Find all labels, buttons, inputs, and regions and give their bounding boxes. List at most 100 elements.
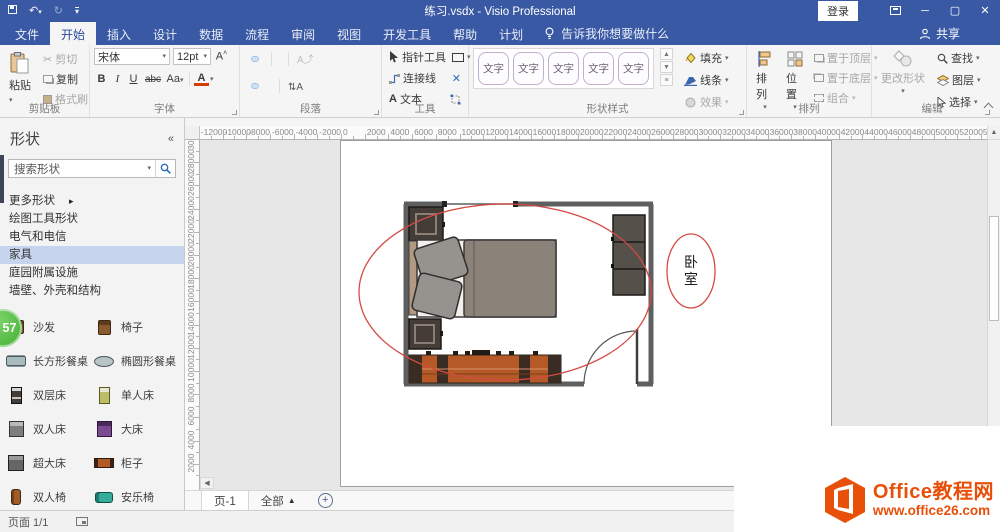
add-page-button[interactable]: +	[318, 493, 333, 508]
layers-button[interactable]: 图层▾	[934, 71, 984, 89]
connector-tool-button[interactable]: 连接线	[386, 69, 439, 87]
nightstand-top-shape[interactable]	[409, 207, 445, 241]
paste-button[interactable]: 粘贴 ▾	[4, 49, 36, 107]
align-right-button[interactable]	[260, 84, 266, 88]
stencil-item[interactable]: 长方形餐桌	[4, 344, 92, 378]
fill-button[interactable]: 填充▾	[681, 49, 732, 67]
tab-9[interactable]: 帮助	[442, 22, 488, 45]
stencil-item[interactable]: 超大床	[4, 446, 92, 480]
search-button[interactable]	[155, 160, 175, 177]
page-indicator[interactable]: 页面 1/1	[8, 514, 48, 530]
italic-button[interactable]: I	[110, 73, 125, 85]
tab-2[interactable]: 插入	[96, 22, 142, 45]
shape-style-swatch-5[interactable]: 文字	[618, 52, 649, 85]
tab-10[interactable]: 计划	[488, 22, 534, 45]
nightstand-bottom-shape[interactable]	[409, 319, 443, 349]
grow-font-button[interactable]: A˄	[214, 50, 229, 63]
stencil-item[interactable]: 双人床	[4, 412, 92, 446]
macro-icon[interactable]	[76, 517, 88, 526]
tell-me-box[interactable]: 告诉我你想要做什么	[534, 22, 679, 45]
stencil-item[interactable]: 双层床	[4, 378, 92, 412]
increase-indent-button[interactable]	[316, 84, 322, 88]
stencil-item[interactable]: 椭圆形餐桌	[92, 344, 180, 378]
minimize-button[interactable]: ─	[910, 0, 940, 22]
shape-style-swatch-4[interactable]: 文字	[583, 52, 614, 85]
search-dropdown-caret[interactable]: ▾	[147, 165, 151, 172]
align-middle-button[interactable]	[252, 57, 258, 61]
shape-style-swatch-2[interactable]: 文字	[513, 52, 544, 85]
stencil-category-0[interactable]: 更多形状▸	[0, 192, 184, 210]
door-shape[interactable]	[584, 329, 637, 384]
align-center-button[interactable]	[252, 84, 258, 88]
all-pages-tab[interactable]: 全部▲	[249, 493, 308, 509]
font-color-caret[interactable]: ▾	[210, 76, 214, 83]
stencil-category-1[interactable]: 绘图工具形状	[0, 210, 184, 228]
tab-1[interactable]: 开始	[50, 22, 96, 45]
shape-style-swatch-3[interactable]: 文字	[548, 52, 579, 85]
cut-button[interactable]: ✂剪切	[40, 50, 91, 68]
send-to-back-button[interactable]: 置于底层▾	[811, 69, 881, 87]
gallery-more-button[interactable]: ≡	[660, 74, 673, 86]
stencil-item[interactable]: 双人椅	[4, 480, 92, 514]
align-top-button[interactable]	[244, 57, 250, 61]
stencil-item[interactable]: 单人床	[92, 378, 180, 412]
bold-button[interactable]: B	[94, 73, 109, 85]
change-case-button[interactable]: Aa▾	[165, 73, 185, 85]
align-left-button[interactable]	[244, 84, 250, 88]
stencil-category-2[interactable]: 电气和电信	[0, 228, 184, 246]
justify-button[interactable]	[268, 84, 274, 88]
stencil-item[interactable]: 柜子	[92, 446, 180, 480]
tab-5[interactable]: 流程	[234, 22, 280, 45]
find-button[interactable]: 查找▾	[934, 49, 984, 67]
vertical-text-button[interactable]: ⇅A	[285, 75, 306, 97]
strikethrough-button[interactable]: abc	[142, 74, 164, 85]
annotation-room-label[interactable]: 卧 室	[667, 234, 715, 308]
font-name-combo[interactable]: 宋体▾	[94, 48, 170, 65]
save-button[interactable]	[8, 5, 17, 17]
decrease-indent-button[interactable]	[308, 84, 314, 88]
gallery-up-button[interactable]: ▲	[660, 48, 673, 60]
hscroll-left-arrow[interactable]: ◀	[200, 477, 214, 489]
tab-6[interactable]: 审阅	[280, 22, 326, 45]
copy-button[interactable]: 复制	[40, 70, 91, 88]
tab-7[interactable]: 视图	[326, 22, 372, 45]
collapse-panel-icon[interactable]: «	[168, 133, 174, 145]
stencil-category-4[interactable]: 庭园附属设施	[0, 264, 184, 282]
bed-shape[interactable]	[409, 236, 556, 320]
ribbon-display-options-button[interactable]	[880, 0, 910, 22]
stencil-category-3[interactable]: 家具	[0, 246, 184, 264]
tab-4[interactable]: 数据	[188, 22, 234, 45]
underline-button[interactable]: U	[126, 73, 141, 85]
sign-in-button[interactable]: 登录	[818, 1, 858, 21]
shape-search-box[interactable]: 搜索形状 ▾	[8, 159, 176, 178]
stencil-category-5[interactable]: 墙壁、外壳和结构	[0, 282, 184, 300]
maximize-button[interactable]: ▢	[940, 0, 970, 22]
align-bottom-button[interactable]	[260, 57, 266, 61]
shape-search-input[interactable]: 搜索形状	[14, 161, 147, 177]
stencil-item[interactable]: 安乐椅	[92, 480, 180, 514]
bullets-button[interactable]	[277, 57, 283, 61]
redo-button[interactable]: ↻	[54, 6, 63, 17]
font-color-button[interactable]: A	[194, 73, 209, 86]
text-rotate-button[interactable]: A⤴	[294, 48, 317, 70]
stencil-item[interactable]: 椅子	[92, 310, 180, 344]
shape-style-swatch-1[interactable]: 文字	[478, 52, 509, 85]
connection-point-tool-button[interactable]: ✕	[449, 71, 464, 86]
stencil-item[interactable]: 大床	[92, 412, 180, 446]
pointer-tool-button[interactable]: 指针工具	[386, 48, 449, 66]
undo-button[interactable]: ↶▾	[29, 6, 42, 17]
vertical-scroll-thumb[interactable]	[989, 216, 999, 321]
font-size-combo[interactable]: 12pt▾	[173, 48, 211, 65]
tab-3[interactable]: 设计	[142, 22, 188, 45]
wardrobe-shape[interactable]	[611, 215, 645, 295]
tab-8[interactable]: 开发工具	[372, 22, 442, 45]
tab-file[interactable]: 文件	[4, 22, 50, 45]
close-button[interactable]: ✕	[970, 0, 1000, 22]
share-button[interactable]: 共享	[909, 22, 1000, 45]
page-tab-1[interactable]: 页-1	[201, 491, 249, 510]
scroll-up-button[interactable]: ▲	[988, 126, 1000, 140]
change-shape-button[interactable]: 更改形状▾	[876, 48, 930, 97]
gallery-down-button[interactable]: ▼	[660, 61, 673, 73]
bring-to-front-button[interactable]: 置于顶层▾	[811, 49, 881, 67]
line-button[interactable]: 线条▾	[681, 71, 732, 89]
